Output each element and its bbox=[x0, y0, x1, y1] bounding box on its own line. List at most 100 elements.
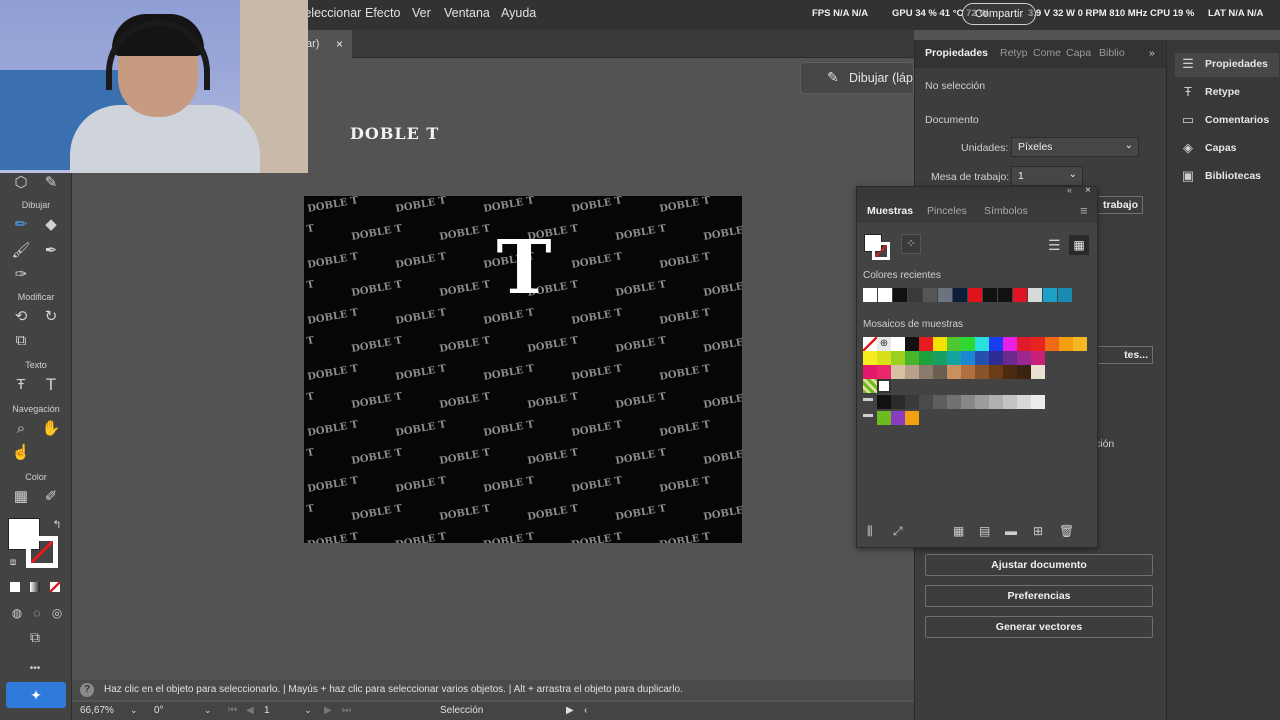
generative-ai-button[interactable]: ✦ bbox=[6, 682, 66, 708]
color-swatch[interactable] bbox=[1031, 337, 1045, 351]
tab-layers[interactable]: Capa bbox=[1066, 47, 1091, 59]
color-swatch[interactable] bbox=[919, 351, 933, 365]
contextual-draw-pill[interactable]: ✎ Dibujar (láp bbox=[800, 62, 914, 94]
menu-view[interactable]: Ver bbox=[412, 6, 431, 20]
color-swatch[interactable] bbox=[905, 337, 919, 351]
registration-swatch-icon[interactable]: ⁘ bbox=[901, 234, 921, 254]
zoom-value[interactable]: 66,67% bbox=[80, 705, 114, 716]
gray-swatch[interactable] bbox=[1003, 395, 1017, 409]
tab-libraries[interactable]: Biblio bbox=[1099, 47, 1125, 59]
recent-color-swatch[interactable] bbox=[1028, 288, 1042, 302]
color-swatch[interactable] bbox=[975, 337, 989, 351]
draw-inside-icon[interactable]: ◎ bbox=[46, 602, 68, 624]
recent-color-swatch[interactable] bbox=[923, 288, 937, 302]
color-swatch[interactable] bbox=[877, 351, 891, 365]
none-swatch[interactable] bbox=[863, 337, 877, 351]
side-item-retype[interactable]: Ŧ Retype bbox=[1175, 81, 1279, 105]
gray-swatch[interactable] bbox=[933, 395, 947, 409]
tab-retype[interactable]: Retyp bbox=[1000, 47, 1027, 59]
place-swatches-icon[interactable]: ⤢ bbox=[893, 524, 903, 539]
color-swatch[interactable] bbox=[933, 337, 947, 351]
first-artboard-icon[interactable]: ⏮ bbox=[228, 705, 237, 716]
lasso-tool-icon[interactable]: ⟲ bbox=[10, 306, 32, 328]
color-swatch[interactable] bbox=[961, 351, 975, 365]
color-swatch[interactable] bbox=[1045, 337, 1059, 351]
list-view-icon[interactable]: ☰ bbox=[1048, 237, 1061, 254]
gray-swatch[interactable] bbox=[975, 395, 989, 409]
tab-properties[interactable]: Propiedades bbox=[925, 47, 988, 59]
recent-color-swatch[interactable] bbox=[968, 288, 982, 302]
color-swatch[interactable] bbox=[1017, 351, 1031, 365]
more-tools-icon[interactable]: ••• bbox=[24, 658, 46, 680]
gray-swatch[interactable] bbox=[891, 395, 905, 409]
menu-help[interactable]: Ayuda bbox=[501, 6, 536, 20]
stroke-mini[interactable] bbox=[872, 242, 890, 260]
recent-color-swatch[interactable] bbox=[983, 288, 997, 302]
swatch-options-icon[interactable]: ▦ bbox=[953, 524, 964, 538]
color-swatch[interactable] bbox=[961, 337, 975, 351]
color-swatch[interactable] bbox=[989, 351, 1003, 365]
color-swatch[interactable] bbox=[863, 351, 877, 365]
color-swatch[interactable] bbox=[1003, 365, 1017, 379]
tab-swatches[interactable]: Muestras bbox=[867, 205, 913, 217]
color-swatch[interactable] bbox=[947, 351, 961, 365]
gray-swatch[interactable] bbox=[1031, 395, 1045, 409]
logo-letter[interactable]: T bbox=[484, 228, 564, 308]
recent-color-swatch[interactable] bbox=[953, 288, 967, 302]
status-menu-icon[interactable]: ▶ bbox=[566, 705, 574, 716]
recent-color-swatch[interactable] bbox=[1043, 288, 1057, 302]
expand-panels-icon[interactable]: » bbox=[1149, 47, 1155, 59]
gray-swatch[interactable] bbox=[905, 395, 919, 409]
swatch-libraries-icon[interactable]: ⫼ bbox=[867, 524, 873, 539]
polygon-tool-icon[interactable]: ⬡ bbox=[10, 172, 32, 194]
color-swatch[interactable] bbox=[863, 365, 877, 379]
color-swatch[interactable] bbox=[919, 337, 933, 351]
tab-symbols[interactable]: Símbolos bbox=[984, 205, 1028, 217]
swap-colors-icon[interactable]: ↰ bbox=[46, 514, 68, 536]
recent-color-swatch[interactable] bbox=[893, 288, 907, 302]
pen-tool-icon[interactable]: ✑ bbox=[10, 264, 32, 286]
pattern-swatch[interactable] bbox=[877, 379, 891, 393]
generate-vectors-button[interactable]: Generar vectores bbox=[925, 616, 1153, 638]
default-colors-icon[interactable]: ⧈ bbox=[2, 552, 24, 574]
color-swatch[interactable] bbox=[989, 365, 1003, 379]
side-item-libraries[interactable]: ▣ Bibliotecas bbox=[1175, 165, 1279, 189]
edit-artboards-button[interactable]: trabajo bbox=[1097, 196, 1143, 214]
color-swatch[interactable] bbox=[947, 365, 961, 379]
group-swatch[interactable] bbox=[877, 411, 891, 425]
chevron-down-icon[interactable]: ⌄ bbox=[304, 705, 312, 716]
gray-swatch[interactable] bbox=[961, 395, 975, 409]
swatches-panel-header[interactable]: « × bbox=[857, 185, 1097, 199]
color-swatch[interactable] bbox=[947, 337, 961, 351]
stroke-swatch[interactable] bbox=[26, 536, 58, 568]
color-swatch[interactable] bbox=[891, 351, 905, 365]
tab-comments[interactable]: Come bbox=[1033, 47, 1061, 59]
color-swatch[interactable] bbox=[1017, 337, 1031, 351]
retype-tool-icon[interactable]: Ŧ bbox=[10, 374, 32, 396]
gray-swatch[interactable] bbox=[1017, 395, 1031, 409]
collapse-icon[interactable]: « bbox=[1067, 185, 1072, 195]
panel-menu-icon[interactable]: ≡ bbox=[1080, 203, 1088, 218]
fit-document-button[interactable]: Ajustar documento bbox=[925, 554, 1153, 576]
none-mode-icon[interactable] bbox=[50, 582, 60, 592]
recent-color-swatch[interactable] bbox=[1013, 288, 1027, 302]
color-swatch[interactable] bbox=[1073, 337, 1087, 351]
color-swatch[interactable] bbox=[961, 365, 975, 379]
gradient-mode-icon[interactable] bbox=[30, 582, 40, 592]
gradient-tool-icon[interactable]: ▦ bbox=[10, 486, 32, 508]
color-swatch[interactable] bbox=[975, 365, 989, 379]
color-swatch[interactable] bbox=[1017, 365, 1031, 379]
grid-view-icon[interactable]: ▦ bbox=[1069, 235, 1089, 255]
menu-effect[interactable]: Efecto bbox=[365, 6, 400, 20]
color-swatch[interactable] bbox=[919, 365, 933, 379]
color-swatch[interactable] bbox=[877, 365, 891, 379]
color-group-icon[interactable]: ▤ bbox=[979, 524, 990, 538]
group-swatch[interactable] bbox=[905, 411, 919, 425]
color-swatch[interactable] bbox=[933, 365, 947, 379]
chevron-down-icon[interactable]: ⌄ bbox=[204, 705, 212, 716]
color-swatch[interactable] bbox=[891, 365, 905, 379]
gray-swatch[interactable] bbox=[989, 395, 1003, 409]
new-group-icon[interactable]: ▬ bbox=[1005, 524, 1017, 538]
last-artboard-icon[interactable]: ⏭ bbox=[342, 705, 351, 716]
gray-swatch[interactable] bbox=[947, 395, 961, 409]
